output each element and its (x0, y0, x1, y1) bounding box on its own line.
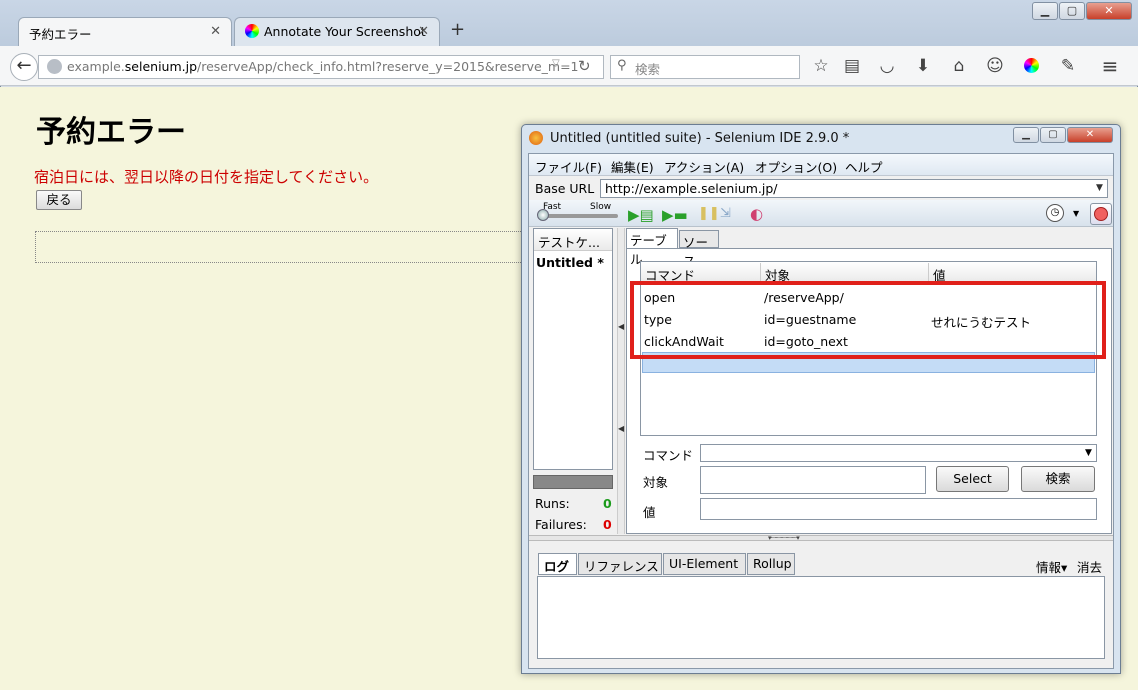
step-icon[interactable]: ⇲ (720, 206, 731, 221)
close-tab-icon[interactable]: ✕ (418, 24, 429, 39)
back-button[interactable]: 戻る (36, 190, 82, 210)
value-label: 値 (643, 505, 656, 520)
menu-file[interactable]: ファイル(F) (535, 157, 602, 176)
color-icon[interactable] (1024, 58, 1039, 73)
tab-source[interactable]: ソース (679, 230, 719, 269)
value-input[interactable] (700, 498, 1097, 520)
base-url-label: Base URL (535, 181, 595, 196)
tab-reference[interactable]: リファレンス (578, 553, 662, 575)
reader-icon[interactable]: ▤ (841, 56, 863, 76)
failures-label: Failures: (535, 517, 587, 532)
tab-ui-element[interactable]: UI-Element (663, 553, 746, 575)
runs-label: Runs: (535, 496, 570, 511)
clock-icon[interactable]: ◷ (1046, 204, 1064, 222)
close-tab-icon[interactable]: ✕ (210, 24, 221, 39)
find-button[interactable]: 検索 (1021, 466, 1095, 492)
ide-maximize-button[interactable]: ▢ (1040, 127, 1066, 143)
tab-table[interactable]: テーブル (626, 228, 678, 267)
tab-reservation-error[interactable]: 予約エラー ✕ (18, 17, 232, 47)
menu-edit[interactable]: 編集(E) (611, 157, 654, 176)
target-label: 対象 (643, 475, 669, 490)
new-tab-icon[interactable]: + (450, 19, 465, 40)
search-icon: ⚲ (617, 58, 627, 73)
chevron-down-icon[interactable]: ▼ (1073, 209, 1079, 218)
reload-icon[interactable]: ↻ (578, 57, 591, 75)
play-suite-icon[interactable]: ▶▤ (628, 206, 654, 224)
chevron-left-icon[interactable]: ◀ (618, 322, 624, 331)
ide-close-button[interactable]: ✕ (1067, 127, 1113, 143)
pocket-icon[interactable]: ◡ (876, 56, 898, 76)
vertical-splitter[interactable] (617, 228, 625, 534)
column-divider[interactable] (928, 263, 929, 281)
play-test-icon[interactable]: ▶▬ (662, 206, 688, 224)
menu-icon[interactable]: ≡ (1099, 54, 1121, 78)
firefox-icon (529, 131, 543, 145)
log-content (537, 576, 1105, 659)
record-icon[interactable] (1094, 207, 1108, 221)
chevron-down-icon[interactable]: ▽ (552, 58, 560, 69)
chevron-left-icon[interactable]: ◀ (618, 424, 624, 433)
page-title: 予約エラー (36, 115, 186, 150)
tab-label: 予約エラー (29, 27, 92, 42)
chevron-down-icon[interactable]: ▼ (1085, 448, 1092, 458)
color-wheel-icon (245, 24, 259, 38)
chevron-down-icon[interactable]: ▼ (1096, 183, 1103, 193)
select-button[interactable]: Select (936, 466, 1009, 492)
home-icon[interactable]: ⌂ (948, 56, 970, 76)
minimize-button[interactable]: ▁ (1032, 2, 1058, 20)
command-label: コマンド (643, 448, 694, 463)
command-input[interactable] (700, 444, 1097, 462)
speed-slow-label: Slow (590, 202, 612, 212)
download-icon[interactable]: ⬇ (912, 56, 934, 76)
speed-slider[interactable] (538, 214, 618, 218)
rollup-icon[interactable]: ◐ (750, 205, 763, 223)
base-url-input[interactable]: http://example.selenium.jp/ (600, 179, 1108, 198)
error-message: 宿泊日には、翌日以降の日付を指定してください。 (34, 168, 379, 186)
table-header (641, 262, 1096, 282)
menu-help[interactable]: ヘルプ (845, 157, 883, 176)
horizontal-splitter[interactable] (529, 535, 1113, 541)
failures-count: 0 (603, 517, 612, 532)
test-case-header: テストケ... (534, 229, 612, 251)
log-info-dropdown[interactable]: 情報▾ (1036, 557, 1067, 576)
log-clear-button[interactable]: 消去 (1077, 557, 1102, 576)
tab-annotate[interactable]: Annotate Your Screenshot ✕ (234, 17, 440, 47)
runs-count: 0 (603, 496, 612, 511)
back-arrow-icon[interactable]: ← (10, 53, 38, 81)
menu-options[interactable]: オプション(O) (755, 157, 837, 176)
maximize-button[interactable]: ▢ (1059, 2, 1085, 20)
tab-label: Annotate Your Screenshot (264, 24, 426, 39)
target-input[interactable] (700, 466, 926, 494)
screenshot-icon[interactable]: ✎ (1057, 56, 1079, 76)
progress-bar (533, 475, 613, 489)
globe-icon[interactable] (47, 59, 62, 74)
close-window-button[interactable]: ✕ (1086, 2, 1132, 20)
splitter-grip-icon[interactable]: ▾·····················▾ (768, 534, 800, 542)
url-bar[interactable]: example.selenium.jp/reserveApp/check_inf… (38, 55, 604, 79)
chat-icon[interactable]: ☺ (984, 56, 1006, 76)
ide-title: Untitled (untitled suite) - Selenium IDE… (550, 131, 850, 146)
tab-rollup[interactable]: Rollup (747, 553, 795, 575)
url-prefix: example. (67, 59, 125, 74)
star-icon[interactable]: ☆ (810, 56, 832, 76)
url-domain: selenium.jp (124, 59, 198, 74)
pause-icon[interactable]: ❚❚ (698, 206, 720, 221)
search-input[interactable]: 検索 (610, 55, 800, 79)
menu-action[interactable]: アクション(A) (664, 157, 744, 176)
ide-minimize-button[interactable]: ▁ (1013, 127, 1039, 143)
placeholder-box (35, 231, 535, 263)
tab-log[interactable]: ログ (538, 553, 577, 575)
test-case-item[interactable]: Untitled * (536, 255, 604, 270)
url-path: /reserveApp/check_info.html?reserve_y=20… (197, 59, 579, 74)
speed-slider-handle[interactable] (537, 209, 549, 221)
annotation-highlight-box (630, 281, 1106, 359)
column-divider[interactable] (760, 263, 761, 281)
